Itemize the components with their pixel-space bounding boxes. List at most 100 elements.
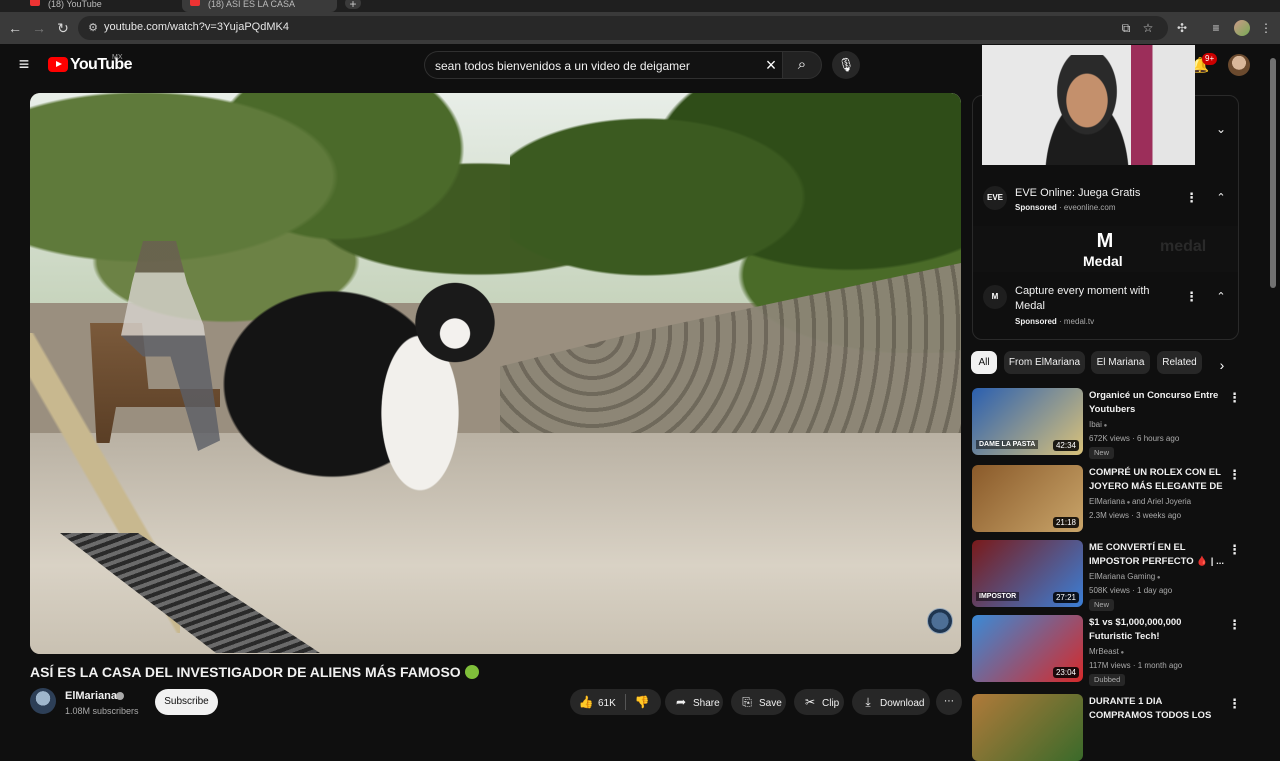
- thumbs-down-icon[interactable]: 👎: [632, 689, 652, 715]
- subscribe-button[interactable]: Subscribe: [155, 689, 218, 715]
- channel-line: Ibai ●: [1089, 420, 1107, 429]
- video-title-text: ASÍ ES LA CASA DEL INVESTIGADOR DE ALIEN…: [30, 664, 461, 680]
- channel-name[interactable]: ElMariana: [1089, 497, 1125, 506]
- ad-title[interactable]: EVE Online: Juega Gratis: [1015, 186, 1140, 201]
- scissors-icon: ✂: [804, 695, 816, 709]
- channel-watermark-avatar[interactable]: [927, 608, 953, 634]
- status-badge: New: [1089, 599, 1115, 611]
- more-vertical-icon[interactable]: ⋮: [1228, 467, 1241, 483]
- thumbs-up-icon: 👍: [578, 695, 594, 709]
- chip-related[interactable]: Related: [1157, 351, 1202, 374]
- scrollbar-thumb[interactable]: [1270, 58, 1276, 288]
- video-title[interactable]: COMPRÉ UN ROLEX CON EL JOYERO MÁS ELEGAN…: [1089, 466, 1224, 494]
- video-title[interactable]: Organicé un Concurso Entre Youtubers: [1089, 389, 1224, 417]
- status-badge: Dubbed: [1089, 674, 1126, 686]
- channel-name[interactable]: ElMariana: [65, 690, 117, 702]
- channel-name[interactable]: ElMariana Gaming: [1089, 572, 1155, 581]
- video-thumbnail[interactable]: 21:18: [972, 465, 1083, 532]
- clip-button[interactable]: ✂ Clip: [794, 689, 844, 715]
- like-dislike-group: 👍 61K 👎: [570, 689, 661, 715]
- chip-from-channel[interactable]: From ElMariana: [1004, 351, 1085, 374]
- share-button[interactable]: ➦ Share: [665, 689, 723, 715]
- youtube-favicon-icon: [190, 0, 200, 6]
- download-label: Download: [880, 698, 925, 709]
- chevron-down-icon[interactable]: ⌄: [1212, 122, 1230, 140]
- medal-banner-background-text: medal: [1160, 238, 1207, 255]
- ad-title[interactable]: Capture every moment with Medal: [1015, 284, 1175, 314]
- reload-icon[interactable]: ↻: [53, 18, 73, 38]
- more-actions-button[interactable]: ⋯: [936, 689, 962, 715]
- microphone-icon[interactable]: 🎙: [832, 51, 860, 79]
- chevron-right-icon[interactable]: ›: [1214, 357, 1230, 373]
- video-player[interactable]: [30, 93, 961, 654]
- avatar[interactable]: [1228, 54, 1250, 76]
- chevron-up-icon[interactable]: ⌃: [1213, 190, 1229, 206]
- verified-icon: ●: [1125, 500, 1132, 506]
- clip-label: Clip: [822, 698, 840, 709]
- browser-tab-youtube[interactable]: (18) YouTube: [22, 0, 172, 12]
- more-vertical-icon[interactable]: ⋮: [1228, 617, 1241, 633]
- media-icon[interactable]: ≡: [1206, 18, 1226, 38]
- hamburger-menu-icon[interactable]: ≡: [14, 54, 34, 74]
- tab-label: (18) ASÍ ES LA CASA: [208, 0, 296, 9]
- video-title[interactable]: $1 vs $1,000,000,000 Futuristic Tech!: [1089, 616, 1224, 644]
- video-title[interactable]: DURANTE 1 DIA COMPRAMOS TODOS LOS PUESTO…: [1089, 695, 1224, 723]
- view-count-and-age: 117M views · 1 month ago: [1089, 661, 1183, 670]
- view-count-and-age: 672K views · 6 hours ago: [1089, 434, 1180, 443]
- channel-name[interactable]: Ibai: [1089, 420, 1102, 429]
- more-vertical-icon[interactable]: ⋮: [1228, 390, 1241, 406]
- channel-name[interactable]: MrBeast: [1089, 647, 1119, 656]
- video-thumbnail[interactable]: 23:04: [972, 615, 1083, 682]
- save-button[interactable]: ⎘ Save: [731, 689, 786, 715]
- channel-line: ElMariana Gaming ●: [1089, 572, 1161, 581]
- arrow-right-icon[interactable]: →: [29, 18, 49, 38]
- duration-badge: 42:34: [1052, 440, 1079, 451]
- view-count-and-age: 2.3M views · 3 weeks ago: [1089, 511, 1182, 520]
- download-button[interactable]: ⤓ Download: [852, 689, 930, 715]
- subscriber-count: 1.08M subscribers: [65, 706, 139, 716]
- star-icon[interactable]: ☆: [1138, 18, 1158, 38]
- tune-icon[interactable]: ⚙: [86, 21, 100, 35]
- chevron-up-icon[interactable]: ⌃: [1213, 289, 1229, 305]
- like-button[interactable]: 👍 61K: [570, 695, 616, 709]
- video-thumbnail[interactable]: DAME LA PASTA 42:34: [972, 388, 1083, 455]
- verified-icon: ●: [1118, 650, 1125, 656]
- channel-collab: and Ariel Joyeria: [1131, 497, 1192, 506]
- browser-profile-avatar[interactable]: [1234, 20, 1250, 36]
- browser-toolbar: ← → ↻ ⚙ youtube.com/watch?v=3YujaPQdMK4 …: [0, 12, 1280, 44]
- more-vertical-icon[interactable]: ⋮: [1185, 289, 1198, 305]
- medal-logo-icon: M: [1096, 230, 1114, 252]
- thumbnail-text: DAME LA PASTA: [976, 440, 1039, 449]
- webcam-overlay: [982, 45, 1195, 165]
- video-thumbnail[interactable]: [972, 694, 1083, 761]
- new-tab-button[interactable]: +: [345, 0, 361, 11]
- more-vertical-icon[interactable]: ⋮: [1228, 696, 1241, 712]
- view-count-and-age: 508K views · 1 day ago: [1089, 586, 1173, 595]
- duration-badge: 27:21: [1052, 592, 1079, 603]
- notification-badge: 9+: [1202, 53, 1218, 65]
- video-title: ASÍ ES LA CASA DEL INVESTIGADOR DE ALIEN…: [30, 664, 479, 680]
- search-input[interactable]: [435, 58, 755, 74]
- browser-tab-video[interactable]: (18) ASÍ ES LA CASA: [182, 0, 337, 12]
- verified-icon: ●: [1101, 423, 1108, 429]
- search-icon[interactable]: ⌕: [782, 51, 822, 79]
- more-vertical-icon[interactable]: ⋮: [1228, 542, 1241, 558]
- medal-small-logo-icon: M: [983, 285, 1007, 309]
- browser-menu-icon[interactable]: ⋮: [1256, 18, 1276, 38]
- address-bar[interactable]: ⚙ youtube.com/watch?v=3YujaPQdMK4: [78, 16, 1168, 40]
- channel-avatar[interactable]: [30, 688, 56, 714]
- ad-sponsor-line: Sponsored · eveonline.com: [1015, 203, 1116, 212]
- more-vertical-icon[interactable]: ⋮: [1185, 190, 1198, 206]
- chip-channel-name[interactable]: El Mariana: [1091, 351, 1150, 374]
- install-icon[interactable]: ⧉: [1116, 18, 1136, 38]
- medal-logo-text: Medal: [1083, 253, 1123, 269]
- duration-badge: 21:18: [1052, 517, 1079, 528]
- close-icon[interactable]: ×: [761, 55, 781, 75]
- youtube-favicon-icon: [30, 0, 40, 6]
- country-code: MX: [112, 54, 123, 61]
- arrow-left-icon[interactable]: ←: [5, 18, 25, 38]
- puzzle-icon[interactable]: ✣: [1172, 18, 1192, 38]
- video-thumbnail[interactable]: IMPOSTOR 27:21: [972, 540, 1083, 607]
- video-title[interactable]: ME CONVERTÍ EN EL IMPOSTOR PERFECTO 🩸 | …: [1089, 541, 1224, 569]
- chip-all[interactable]: All: [971, 351, 997, 374]
